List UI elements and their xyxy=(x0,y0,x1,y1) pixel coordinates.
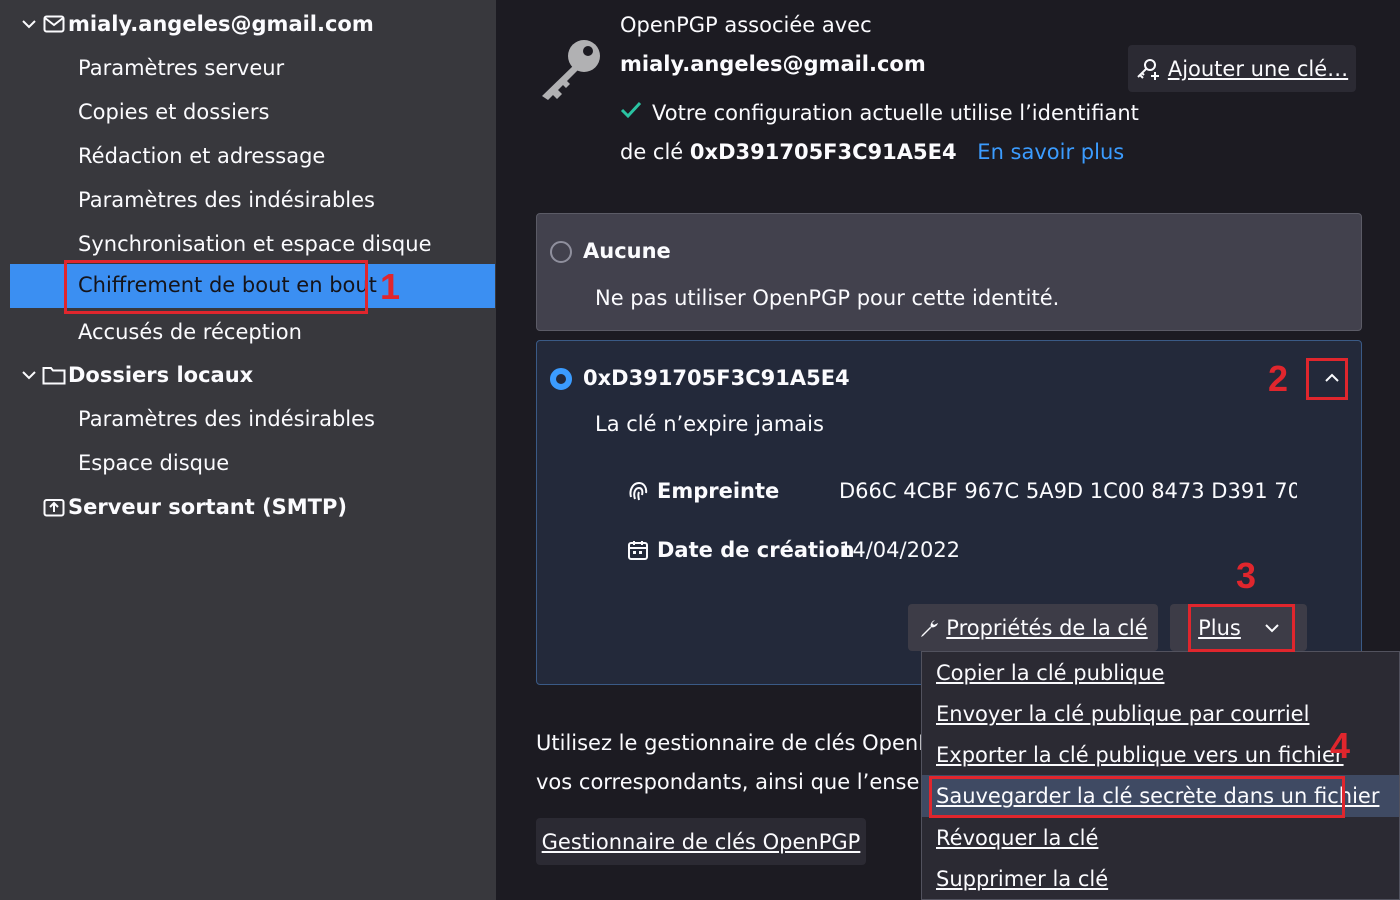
account-email: mialy.angeles@gmail.com xyxy=(68,12,374,36)
account-tree-item[interactable]: mialy.angeles@gmail.com xyxy=(20,12,374,36)
fingerprint-label: Empreinte xyxy=(657,479,780,503)
chevron-down-icon[interactable] xyxy=(20,370,38,380)
option-none-description: Ne pas utiliser OpenPGP pour cette ident… xyxy=(595,286,1060,310)
sidebar-item-return-receipts[interactable]: Accusés de réception xyxy=(78,320,302,344)
menu-item-revoke-key[interactable]: Révoquer la clé xyxy=(936,826,1098,850)
checkmark-icon xyxy=(620,100,642,124)
add-key-icon xyxy=(1136,58,1160,80)
sidebar-item-copies-folders[interactable]: Copies et dossiers xyxy=(78,100,269,124)
option-none-title: Aucune xyxy=(583,239,671,263)
annotation-number-3: 3 xyxy=(1236,555,1257,596)
annotation-box-4 xyxy=(929,776,1345,818)
footer-text-line2: vos correspondants, ainsi que l’ensembl xyxy=(536,770,960,794)
current-key-id: 0xD391705F3C91A5E4 xyxy=(689,140,957,164)
sidebar-item-local-junk[interactable]: Paramètres des indésirables xyxy=(78,407,375,431)
sidebar-item-junk-settings[interactable]: Paramètres des indésirables xyxy=(78,188,375,212)
created-value: 14/04/2022 xyxy=(839,538,961,562)
option-key-title: 0xD391705F3C91A5E4 xyxy=(583,366,850,390)
config-status-text: Votre configuration actuelle utilise l’i… xyxy=(652,101,1139,125)
key-prefix: de clé xyxy=(620,140,684,164)
menu-item-delete-key[interactable]: Supprimer la clé xyxy=(936,867,1108,891)
chevron-down-icon[interactable] xyxy=(20,19,38,29)
fingerprint-icon xyxy=(627,480,649,507)
sidebar-item-local-disk[interactable]: Espace disque xyxy=(78,451,229,475)
add-key-button[interactable]: Ajouter une clé… xyxy=(1128,45,1356,92)
mail-icon xyxy=(42,13,66,35)
calendar-icon xyxy=(627,539,649,566)
key-icon xyxy=(536,36,606,102)
identity-email: mialy.angeles@gmail.com xyxy=(620,52,926,76)
sidebar-item-composition[interactable]: Rédaction et adressage xyxy=(78,144,325,168)
account-settings-sidebar: mialy.angeles@gmail.com Paramètres serve… xyxy=(0,0,496,900)
sidebar-item-sync-disk[interactable]: Synchronisation et espace disque xyxy=(78,232,432,256)
add-key-label: Ajouter une clé… xyxy=(1167,56,1349,81)
smtp-tree-item[interactable]: Serveur sortant (SMTP) xyxy=(42,495,347,519)
key-properties-label: Propriétés de la clé xyxy=(946,615,1148,640)
local-folders-label: Dossiers locaux xyxy=(68,363,254,387)
openpgp-key-manager-button[interactable]: Gestionnaire de clés OpenPGP xyxy=(536,818,866,865)
local-folders-tree-item[interactable]: Dossiers locaux xyxy=(20,363,253,387)
annotation-number-4: 4 xyxy=(1330,725,1351,766)
menu-item-email-public-key[interactable]: Envoyer la clé publique par courriel xyxy=(936,702,1309,726)
menu-item-export-public-key[interactable]: Exporter la clé publique vers un fichier xyxy=(936,743,1344,767)
config-key-line: de clé 0xD391705F3C91A5E4 En savoir plus xyxy=(620,140,1124,164)
wrench-icon xyxy=(918,617,940,639)
fingerprint-value: D66C 4CBF 967C 5A9D 1C00 8473 D391 705F … xyxy=(839,479,1297,503)
created-label: Date de création xyxy=(657,538,855,562)
option-none-card[interactable]: Aucune Ne pas utiliser OpenPGP pour cett… xyxy=(536,213,1362,331)
smtp-label: Serveur sortant (SMTP) xyxy=(68,495,347,519)
key-expiry-text: La clé n’expire jamais xyxy=(595,412,824,436)
sidebar-item-server-settings[interactable]: Paramètres serveur xyxy=(78,56,284,80)
annotation-box-3 xyxy=(1188,604,1295,652)
outgoing-server-icon xyxy=(42,496,66,518)
openpgp-associated-label: OpenPGP associée avec xyxy=(620,13,872,37)
menu-item-copy-public-key[interactable]: Copier la clé publique xyxy=(936,661,1164,685)
folder-icon xyxy=(42,364,66,386)
learn-more-link[interactable]: En savoir plus xyxy=(977,140,1124,164)
annotation-number-1: 1 xyxy=(380,266,401,307)
annotation-box-2 xyxy=(1306,358,1348,400)
footer-text-line1: Utilisez le gestionnaire de clés OpenPGP xyxy=(536,731,960,755)
radio-key-selected[interactable] xyxy=(550,368,572,390)
annotation-box-1 xyxy=(64,260,368,314)
radio-none[interactable] xyxy=(550,241,572,263)
annotation-number-2: 2 xyxy=(1268,358,1289,399)
key-manager-label: Gestionnaire de clés OpenPGP xyxy=(541,829,861,854)
key-properties-button[interactable]: Propriétés de la clé xyxy=(908,604,1158,651)
